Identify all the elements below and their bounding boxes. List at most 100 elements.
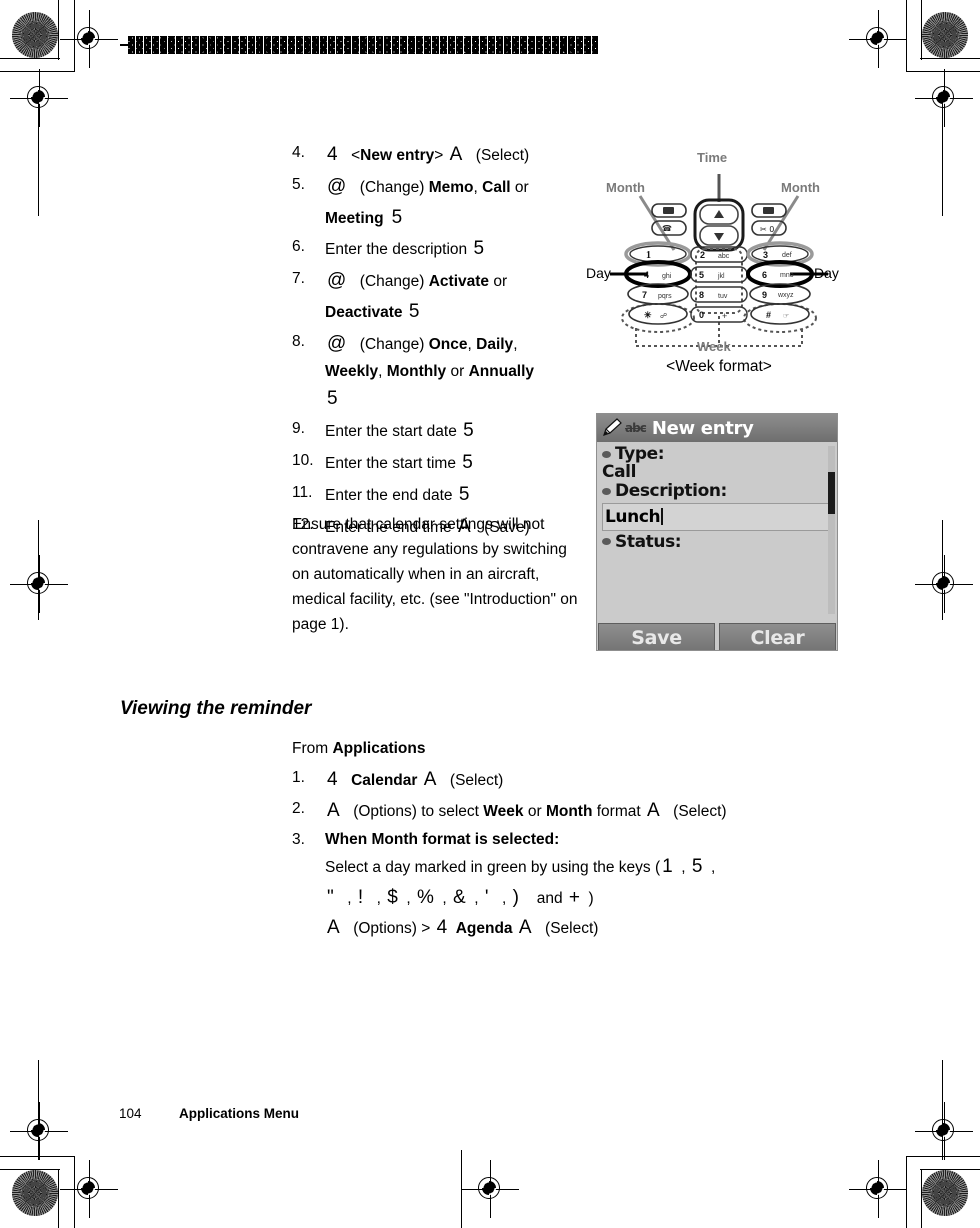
- step-number: 4.: [292, 144, 305, 161]
- keypad-label-week: Week: [697, 339, 731, 354]
- svg-text:☍: ☍: [660, 312, 667, 320]
- svg-text:tuv: tuv: [718, 293, 728, 300]
- lcd-body: Type: Call Description: Lunch Status:: [597, 442, 837, 623]
- scrollbar-thumb[interactable]: [828, 472, 835, 514]
- list-item: 7. @ (Change) Activate or Deactivate 5: [292, 266, 582, 328]
- lcd-type-value: Call: [602, 462, 637, 483]
- view3-action1: (Options): [353, 920, 417, 938]
- step5-opt2: Call: [482, 178, 511, 196]
- key-options-icon: A: [327, 799, 341, 821]
- svg-text:4: 4: [644, 270, 649, 280]
- text-caret: [661, 508, 664, 526]
- svg-text:2: 2: [700, 250, 705, 260]
- key-nav-icon: 4: [327, 769, 339, 791]
- keypad-diagram-svg: ☎ ✂ 0 1 2 abc 3 def 4 ghi 5 jkl 6 mno 7 …: [610, 174, 828, 347]
- list-item: 11. Enter the end date 5: [292, 480, 582, 511]
- view2-or: or: [527, 802, 542, 820]
- key-change-icon: @: [327, 332, 347, 354]
- lcd-description-label: Description:: [615, 481, 727, 502]
- view2-action1: (Options): [353, 802, 417, 820]
- from-target: Applications: [332, 740, 426, 757]
- svg-text:#: #: [766, 310, 771, 320]
- step-number: 8.: [292, 332, 305, 350]
- key-ok-icon: 5: [462, 452, 474, 473]
- page-footer: 104 Applications Menu: [119, 1106, 299, 1121]
- key-9-icon: ): [512, 886, 520, 908]
- step5-action: (Change): [359, 178, 425, 196]
- view3-arrow: >: [421, 920, 431, 938]
- svg-text:abc: abc: [718, 253, 730, 260]
- view3-bold-line: When Month format is selected:: [325, 830, 560, 848]
- lcd-softkey-clear[interactable]: Clear: [719, 623, 836, 650]
- key-nav-icon: 4: [436, 917, 448, 939]
- lcd-field-label: Type:: [602, 445, 831, 463]
- bullet-icon: [602, 450, 611, 458]
- step5-opt3: Meeting: [325, 209, 384, 227]
- lcd-status-label: Status:: [615, 531, 682, 552]
- lcd-field-label: Description:: [602, 481, 831, 502]
- svg-text:✂ 0: ✂ 0: [760, 225, 774, 234]
- step5-opt1: Memo: [428, 178, 474, 196]
- lcd-title-text: New entry: [651, 417, 754, 439]
- svg-text:☞: ☞: [783, 313, 789, 320]
- svg-text:wxyz: wxyz: [777, 292, 794, 299]
- lcd-field-label: Status:: [602, 531, 831, 552]
- step8-opt4: Monthly: [386, 363, 447, 381]
- lcd-scrollbar[interactable]: [828, 446, 835, 614]
- view3-and: and: [536, 889, 563, 907]
- step11-text: Enter the end date: [325, 486, 453, 504]
- section-heading-viewing-the-reminder: Viewing the reminder: [120, 698, 312, 719]
- calendar-settings-note: Ensure that calendar settings will not c…: [292, 516, 578, 634]
- bullet-icon: [602, 488, 611, 496]
- key-select-icon: A: [423, 769, 437, 791]
- key-nav-icon: 4: [327, 144, 339, 165]
- step6-text: Enter the description: [325, 241, 468, 259]
- step5-sep1: ,: [473, 178, 478, 196]
- lcd-softkey-bar: Save Clear: [597, 623, 837, 650]
- svg-text:0: 0: [699, 310, 704, 320]
- key-select-icon: A: [518, 917, 533, 939]
- keypad-label-month-right: Month: [781, 180, 820, 195]
- lcd-description-input[interactable]: Lunch: [602, 502, 831, 531]
- svg-text:1: 1: [646, 250, 651, 261]
- svg-text:9: 9: [762, 290, 767, 300]
- view3-target: Agenda: [455, 920, 513, 938]
- key-ok-icon: 5: [458, 483, 470, 505]
- list-item: 1. 4 Calendar A (Select): [292, 765, 862, 796]
- key-4-icon: $: [387, 886, 399, 908]
- svg-text:mno: mno: [780, 272, 794, 279]
- svg-text:✳: ✳: [644, 310, 652, 320]
- list-item: 8. @ (Change) Once, Daily, Weekly, Monthl…: [292, 329, 582, 416]
- bullet-icon: [602, 538, 611, 546]
- step7-action: (Change): [359, 273, 425, 291]
- from-prefix: From: [292, 740, 329, 757]
- key-ok-icon: 5: [408, 300, 420, 322]
- step7-opt2: Deactivate: [325, 303, 403, 321]
- step8-opt1: Once: [428, 335, 468, 353]
- key-select-icon: A: [449, 144, 463, 165]
- key-5-icon: 5: [691, 855, 703, 877]
- view1-target: Calendar: [351, 772, 418, 790]
- svg-text:+: +: [722, 311, 727, 321]
- lcd-titlebar: abc New entry: [597, 414, 837, 442]
- viewing-reminder-steps: From Applications 1. 4 Calendar A (Select)…: [292, 736, 862, 944]
- step4-gt: >: [434, 147, 444, 164]
- view2-action2: (Select): [673, 802, 727, 820]
- step8-opt5: Annually: [468, 363, 535, 381]
- create-entry-steps: 4. 4 <New entry> A (Select) 5. @ (Change) M…: [292, 140, 582, 543]
- view3-action2: (Select): [545, 920, 599, 938]
- key-ok-icon: 5: [473, 238, 485, 260]
- svg-text:ghi: ghi: [662, 273, 672, 280]
- step4-lt: <: [351, 147, 361, 164]
- step5-or: or: [514, 178, 529, 196]
- view2-mid: to select: [421, 802, 479, 820]
- key-change-icon: @: [327, 270, 347, 292]
- pencil-icon: [603, 418, 622, 436]
- svg-text:pqrs: pqrs: [658, 293, 672, 300]
- step7-opt1: Activate: [428, 273, 490, 291]
- svg-text:8: 8: [699, 290, 704, 300]
- lcd-softkey-save[interactable]: Save: [598, 623, 715, 650]
- step8-action: (Change): [359, 335, 425, 353]
- step8-opt2: Daily: [476, 335, 514, 353]
- step4-target: New entry: [360, 147, 435, 164]
